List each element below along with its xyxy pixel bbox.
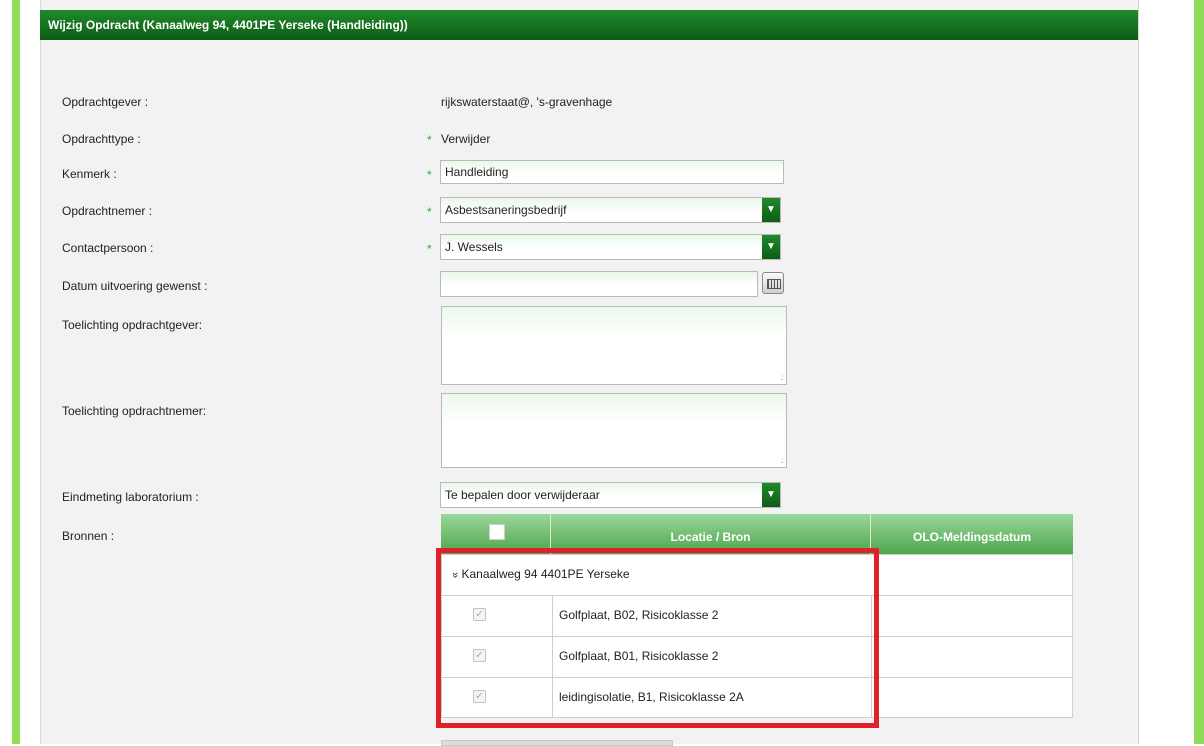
label-eindmeting: Eindmeting laboratorium : <box>62 490 199 504</box>
select-all-checkbox[interactable] <box>489 524 505 540</box>
row-location-cell: Golfplaat, B02, Risicoklasse 2 <box>552 595 872 636</box>
value-opdrachttype: Verwijder <box>441 132 491 146</box>
sources-table-header: Locatie / Bron OLO-Meldingsdatum <box>441 514 1073 554</box>
label-opdrachtgever: Opdrachtgever : <box>62 95 149 109</box>
group-label: » Kanaalweg 94 4401PE Yerseke <box>449 567 630 581</box>
label-opdrachttype: Opdrachttype : <box>62 132 141 146</box>
required-marker: * <box>427 205 432 219</box>
calendar-button[interactable] <box>762 272 784 294</box>
row-location-cell: Golfplaat, B01, Risicoklasse 2 <box>552 636 872 677</box>
group-row[interactable]: » Kanaalweg 94 4401PE Yerseke <box>442 555 1072 596</box>
row-check-cell: ✓ <box>442 636 553 677</box>
label-datum: Datum uitvoering gewenst : <box>62 279 208 293</box>
left-accent-bar <box>12 0 20 744</box>
triangle-down-icon[interactable]: ▼ <box>762 198 780 222</box>
row-location-label: Golfplaat, B02, Risicoklasse 2 <box>559 608 719 622</box>
panel-title: Wijzig Opdracht (Kanaalweg 94, 4401PE Ye… <box>40 10 1138 40</box>
row-location-label: Golfplaat, B01, Risicoklasse 2 <box>559 649 719 663</box>
header-location[interactable]: Locatie / Bron <box>551 514 871 554</box>
toelichting-opdrachtgever-textarea[interactable]: .: <box>441 306 787 385</box>
header-select-all <box>441 514 551 554</box>
header-olo-date[interactable]: OLO-Meldingsdatum <box>871 514 1073 554</box>
opdrachtnemer-selected: Asbestsaneringsbedrijf <box>445 203 567 217</box>
row-location-cell: leidingisolatie, B1, Risicoklasse 2A <box>552 677 872 718</box>
row-checkbox[interactable]: ✓ <box>473 649 486 662</box>
table-row: ✓ leidingisolatie, B1, Risicoklasse 2A <box>442 677 1072 718</box>
triangle-down-icon[interactable]: ▼ <box>762 235 780 259</box>
resize-grip-icon[interactable]: .: <box>781 456 785 465</box>
row-location-label: leidingisolatie, B1, Risicoklasse 2A <box>559 690 744 704</box>
row-check-cell: ✓ <box>442 677 553 718</box>
calendar-icon <box>767 279 781 289</box>
label-bronnen: Bronnen : <box>62 529 115 543</box>
required-marker: * <box>427 133 432 147</box>
label-opdrachtnemer: Opdrachtnemer : <box>62 204 153 218</box>
opdrachtnemer-select[interactable]: Asbestsaneringsbedrijf ▼ <box>440 197 781 223</box>
kenmerk-input[interactable]: Handleiding <box>440 160 784 184</box>
partial-button[interactable] <box>441 740 673 746</box>
row-checkbox[interactable]: ✓ <box>473 690 486 703</box>
row-olo-date <box>872 677 1072 718</box>
double-chevron-down-icon[interactable]: » <box>449 572 461 578</box>
datum-input[interactable] <box>440 271 758 297</box>
label-contactpersoon: Contactpersoon : <box>62 241 154 255</box>
row-check-cell: ✓ <box>442 595 553 636</box>
sources-table-body: » Kanaalweg 94 4401PE Yerseke ✓ Golfplaa… <box>441 554 1073 718</box>
table-row: ✓ Golfplaat, B01, Risicoklasse 2 <box>442 636 1072 678</box>
resize-grip-icon[interactable]: .: <box>781 373 785 382</box>
right-accent-bar <box>1194 0 1204 744</box>
value-opdrachtgever: rijkswaterstaat@, 's-gravenhage <box>441 95 613 109</box>
triangle-down-icon[interactable]: ▼ <box>762 483 780 507</box>
row-checkbox[interactable]: ✓ <box>473 608 486 621</box>
label-toelichting-opdrachtnemer: Toelichting opdrachtnemer: <box>62 404 207 418</box>
required-marker: * <box>427 168 432 182</box>
eindmeting-selected: Te bepalen door verwijderaar <box>445 488 600 502</box>
row-olo-date <box>872 595 1072 636</box>
label-kenmerk: Kenmerk : <box>62 167 117 181</box>
contactpersoon-selected: J. Wessels <box>445 240 503 254</box>
required-marker: * <box>427 242 432 256</box>
table-row: ✓ Golfplaat, B02, Risicoklasse 2 <box>442 595 1072 637</box>
row-olo-date <box>872 636 1072 677</box>
contactpersoon-select[interactable]: J. Wessels ▼ <box>440 234 781 260</box>
eindmeting-select[interactable]: Te bepalen door verwijderaar ▼ <box>440 482 781 508</box>
toelichting-opdrachtnemer-textarea[interactable]: .: <box>441 393 787 468</box>
label-toelichting-opdrachtgever: Toelichting opdrachtgever: <box>62 318 203 332</box>
